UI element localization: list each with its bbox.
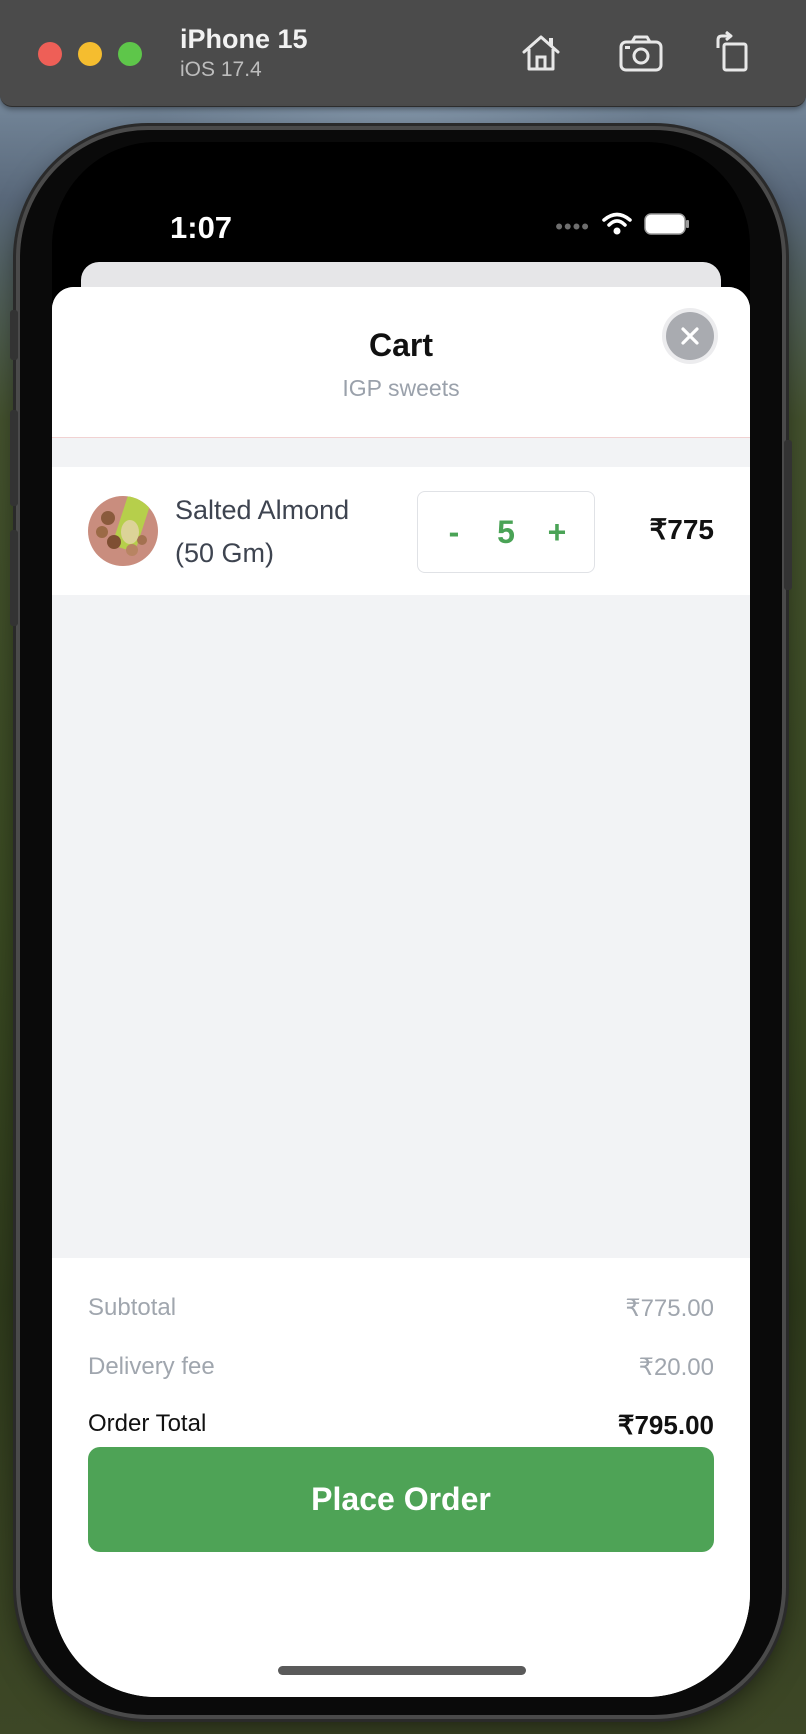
order-total-label: Order Total — [88, 1410, 207, 1437]
signal-dots-icon: •••• — [555, 213, 590, 239]
cart-items-list: Salted Almond (50 Gm) - 5 + ₹775 — [52, 438, 750, 1258]
power-button — [784, 440, 792, 590]
subtotal-label: Subtotal — [88, 1294, 177, 1321]
device-name: iPhone 15 — [180, 24, 308, 54]
delivery-fee-value: ₹20.00 — [638, 1354, 714, 1381]
subtotal-value: ₹775.00 — [625, 1295, 714, 1322]
page-title: Cart — [368, 327, 433, 363]
increment-button[interactable]: + — [542, 492, 572, 572]
close-icon — [681, 327, 699, 345]
status-time: 1:07 — [170, 210, 233, 245]
cart-sheet: Cart IGP sweets Salted Almond (50 Gm) - … — [52, 287, 750, 1697]
screenshot-icon[interactable] — [618, 30, 664, 76]
window-minimize-button[interactable] — [78, 42, 102, 66]
delivery-fee-label: Delivery fee — [88, 1353, 215, 1380]
window-close-button[interactable] — [38, 42, 62, 66]
cart-header: Cart IGP sweets — [52, 287, 750, 438]
quantity-stepper: - 5 + — [417, 491, 595, 573]
volume-down-button — [10, 530, 18, 626]
iphone-device-frame: 1:07 •••• Cart IGP sweets Salted Almond … — [10, 130, 792, 1715]
simulator-title-bar: iPhone 15 iOS 17.4 — [0, 0, 806, 107]
status-icons: •••• — [555, 212, 690, 241]
window-zoom-button[interactable] — [118, 42, 142, 66]
home-indicator[interactable] — [278, 1666, 526, 1675]
wifi-icon — [602, 212, 632, 241]
battery-icon — [644, 212, 690, 241]
rotate-icon[interactable] — [710, 30, 756, 76]
volume-up-button — [10, 410, 18, 506]
decrement-button[interactable]: - — [440, 492, 468, 572]
order-summary: Subtotal ₹775.00 Delivery fee ₹20.00 Ord… — [52, 1258, 750, 1697]
os-version: iOS 17.4 — [180, 58, 262, 81]
item-price: ₹775 — [649, 514, 714, 545]
list-item: Salted Almond (50 Gm) - 5 + ₹775 — [52, 467, 750, 595]
phone-screen: 1:07 •••• Cart IGP sweets Salted Almond … — [52, 142, 750, 1697]
action-button — [10, 310, 18, 360]
home-icon[interactable] — [518, 30, 564, 76]
place-order-button[interactable]: Place Order — [88, 1447, 714, 1552]
close-button[interactable] — [666, 312, 714, 360]
product-name: Salted Almond (50 Gm) — [175, 495, 350, 568]
order-total-value: ₹795.00 — [617, 1410, 714, 1440]
product-thumbnail — [88, 496, 158, 566]
store-name: IGP sweets — [342, 375, 460, 401]
quantity-value: 5 — [497, 514, 515, 550]
